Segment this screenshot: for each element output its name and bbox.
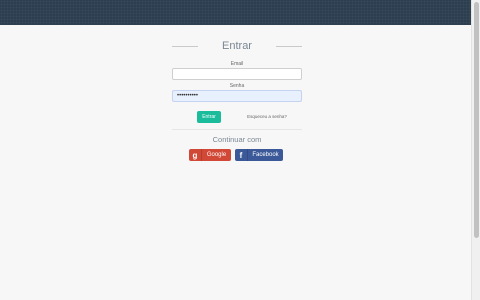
facebook-login-button[interactable]: f Facebook bbox=[235, 149, 283, 161]
google-login-button[interactable]: g Google bbox=[189, 149, 231, 161]
forgot-password-link[interactable]: Esqueceu a senha? bbox=[244, 114, 290, 119]
facebook-icon: f bbox=[235, 149, 248, 161]
top-navbar bbox=[0, 0, 471, 25]
social-login-heading: Continuar com bbox=[212, 135, 262, 144]
facebook-button-label: Facebook bbox=[252, 152, 279, 158]
login-button[interactable]: Entrar bbox=[197, 111, 221, 123]
scrollbar-thumb[interactable] bbox=[474, 2, 479, 238]
page-title: Entrar bbox=[222, 40, 252, 52]
title-divider-right bbox=[276, 45, 302, 47]
google-icon: g bbox=[189, 149, 202, 161]
vertical-scrollbar[interactable] bbox=[471, 0, 480, 300]
login-title-row: Entrar bbox=[172, 38, 302, 54]
password-label: Senha bbox=[229, 83, 245, 89]
google-button-label: Google bbox=[206, 152, 227, 158]
email-label: Email bbox=[230, 61, 244, 67]
title-divider-left bbox=[172, 45, 198, 47]
section-divider bbox=[172, 129, 302, 130]
password-field[interactable] bbox=[172, 90, 302, 102]
email-field[interactable] bbox=[172, 68, 302, 80]
